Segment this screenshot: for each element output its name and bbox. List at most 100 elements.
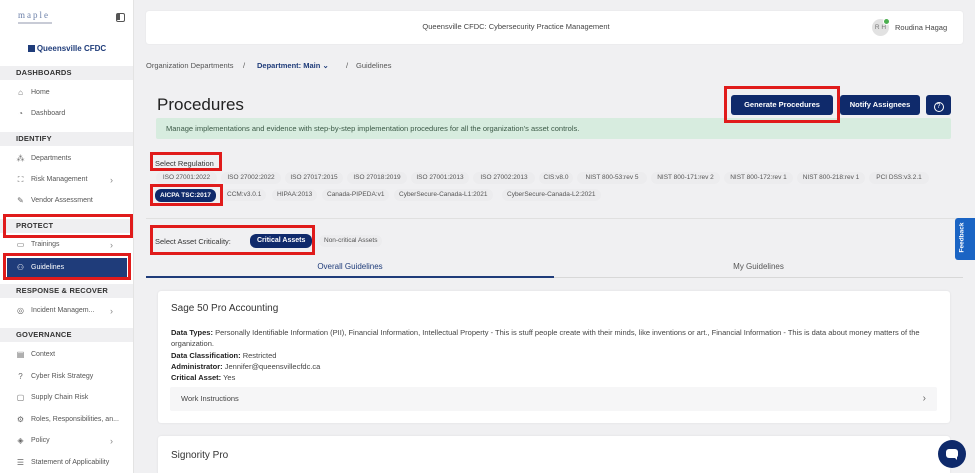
regulation-chip[interactable]: NIST 800-172:rev 1 xyxy=(724,172,793,184)
hierarchy-icon: ⁂ xyxy=(16,154,25,163)
asset-card: Sage 50 Pro Accounting Data Types: Perso… xyxy=(158,291,950,423)
breadcrumb-department-dropdown[interactable]: Department: Main ⌄ xyxy=(257,61,329,70)
section-protect: PROTECT xyxy=(0,219,133,233)
chevron-right-icon: › xyxy=(922,393,926,404)
chevron-right-icon: › xyxy=(110,436,113,446)
risk-icon: ⛶ xyxy=(17,175,24,184)
training-icon: ▭ xyxy=(16,240,25,249)
section-governance: GOVERNANCE xyxy=(0,328,133,342)
sidebar-item-label: Trainings xyxy=(31,241,60,248)
administrator-label: Administrator: xyxy=(171,362,223,371)
regulation-chip[interactable]: NIST 800-171:rev 2 xyxy=(651,172,720,184)
sidebar-item-label: Policy xyxy=(31,437,50,444)
regulation-chip[interactable]: ISO 27018:2019 xyxy=(347,172,407,184)
regulation-chip[interactable]: NIST 800-53:rev 5 xyxy=(577,172,647,184)
sidebar-item-label: Supply Chain Risk xyxy=(31,394,89,401)
logo-underline xyxy=(18,22,52,24)
sidebar-item-context[interactable]: ▤ Context xyxy=(0,345,133,365)
breadcrumb-current: Guidelines xyxy=(356,61,392,70)
asset-card: Signority Pro xyxy=(158,436,950,473)
sidebar-item-policy[interactable]: ◈ Policy › xyxy=(0,431,133,451)
org-name: Queensville CFDC xyxy=(36,44,107,53)
sidebar-item-label: Home xyxy=(31,89,50,96)
section-identify: IDENTIFY xyxy=(0,132,133,146)
divider xyxy=(146,218,963,219)
shield-icon: ◈ xyxy=(17,436,24,445)
regulation-chip[interactable]: ISO 27002:2013 xyxy=(473,172,535,184)
sidebar: maple Queensville CFDC DASHBOARDS ⌂ Home … xyxy=(0,0,134,473)
top-bar: Queensville CFDC: Cybersecurity Practice… xyxy=(146,11,963,44)
chevron-right-icon: › xyxy=(110,175,113,185)
vendor-icon: ✎ xyxy=(17,196,24,205)
feedback-label: Feedback xyxy=(958,222,966,253)
home-icon: ⌂ xyxy=(18,88,23,97)
section-response-recover: RESPONSE & RECOVER xyxy=(0,284,133,298)
sidebar-item-risk-management[interactable]: ⛶ Risk Management › xyxy=(0,170,133,190)
sidebar-item-label: Departments xyxy=(31,155,72,162)
sidebar-item-label: Roles, Responsibilities, an... xyxy=(31,416,119,423)
chat-bubble-icon[interactable] xyxy=(938,440,966,468)
regulation-chip-selected[interactable]: AICPA TSC:2017 xyxy=(155,189,216,202)
regulation-chip[interactable]: ISO 27017:2015 xyxy=(285,172,343,184)
asset-administrator: Administrator: Jennifer@queensvillecfdc.… xyxy=(171,361,941,372)
tab-my-guidelines[interactable]: My Guidelines xyxy=(554,262,963,276)
sidebar-item-departments[interactable]: ⁂ Departments xyxy=(0,149,133,169)
regulation-chip[interactable]: ISO 27001:2013 xyxy=(411,172,469,184)
gauge-icon: ◔ xyxy=(18,109,23,118)
user-name[interactable]: Roudina Hagag xyxy=(895,23,947,32)
select-criticality-label: Select Asset Criticality: xyxy=(155,237,231,246)
non-critical-assets-chip[interactable]: Non-critical Assets xyxy=(319,235,383,247)
avatar[interactable]: R H xyxy=(872,18,890,36)
tab-overall-guidelines[interactable]: Overall Guidelines xyxy=(146,262,554,276)
question-icon: ? xyxy=(18,372,23,381)
regulation-chip[interactable]: NIST 800-218:rev 1 xyxy=(797,172,865,184)
section-dashboards: DASHBOARDS xyxy=(0,66,133,80)
regulation-chip[interactable]: HIPAA:2013 xyxy=(272,189,318,201)
classification-value: Restricted xyxy=(242,351,277,360)
sidebar-item-incident-management[interactable]: ◎ Incident Managem... › xyxy=(0,301,133,321)
sidebar-item-label: Risk Management xyxy=(31,176,88,183)
work-instructions-row[interactable]: Work Instructions › xyxy=(170,387,937,411)
list-icon: ☰ xyxy=(16,458,25,467)
regulation-chip[interactable]: ISO 27002:2022 xyxy=(221,172,281,184)
sidebar-item-dashboard[interactable]: ◔ Dashboard xyxy=(0,104,133,124)
sidebar-item-guidelines[interactable]: ⚇ Guidelines xyxy=(7,258,127,278)
data-types-value: Personally Identifiable Information (PII… xyxy=(171,328,920,348)
regulation-chip[interactable]: ISO 27001:2022 xyxy=(156,172,217,184)
critical-assets-chip[interactable]: Critical Assets xyxy=(250,234,313,248)
asset-title: Signority Pro xyxy=(171,450,229,461)
logo-row: maple xyxy=(0,0,133,32)
sidebar-item-home[interactable]: ⌂ Home xyxy=(0,83,133,103)
collapse-sidebar-icon[interactable] xyxy=(116,13,125,22)
active-tab-underline xyxy=(146,276,554,278)
sidebar-item-supply-chain-risk[interactable]: ▢ Supply Chain Risk xyxy=(0,388,133,408)
app-title: Queensville CFDC: Cybersecurity Practice… xyxy=(422,22,610,31)
regulation-chip[interactable]: PCI DSS:v3.2.1 xyxy=(869,172,929,184)
select-regulation-label: Select Regulation xyxy=(155,159,214,168)
sidebar-item-label: Incident Managem... xyxy=(31,307,95,314)
regulation-chip[interactable]: CCM:v3.0.1 xyxy=(222,189,267,201)
sidebar-item-vendor-assessment[interactable]: ✎ Vendor Assessment xyxy=(0,191,133,211)
building-icon xyxy=(27,45,35,52)
regulation-chip[interactable]: CyberSecure-Canada-L1:2021 xyxy=(394,189,493,201)
chevron-right-icon: › xyxy=(110,306,113,316)
feedback-tab[interactable]: Feedback xyxy=(955,218,975,260)
roles-icon: ⚙ xyxy=(16,415,25,424)
guidelines-icon: ⚇ xyxy=(16,263,25,272)
sidebar-item-soa[interactable]: ☰ Statement of Applicability xyxy=(0,453,133,473)
breadcrumb-separator: / xyxy=(346,61,349,70)
notify-assignees-button[interactable]: Notify Assignees xyxy=(840,95,920,115)
regulation-chip[interactable]: CIS:v8.0 xyxy=(539,172,573,184)
sidebar-item-roles[interactable]: ⚙ Roles, Responsibilities, an... xyxy=(0,410,133,430)
breadcrumb-separator: / xyxy=(243,61,246,70)
incident-icon: ◎ xyxy=(17,306,24,315)
breadcrumb-org-departments[interactable]: Organization Departments xyxy=(146,61,234,70)
sidebar-item-trainings[interactable]: ▭ Trainings › xyxy=(0,235,133,255)
org-selector[interactable]: Queensville CFDC xyxy=(0,44,133,53)
critical-value: Yes xyxy=(223,373,236,382)
regulation-chip[interactable]: CyberSecure-Canada-L2:2021 xyxy=(502,189,601,201)
generate-procedures-button[interactable]: Generate Procedures xyxy=(731,95,833,115)
sidebar-item-cyber-risk-strategy[interactable]: ? Cyber Risk Strategy xyxy=(0,367,133,387)
help-button[interactable]: ? xyxy=(926,95,951,115)
regulation-chip[interactable]: Canada-PIPEDA:v1 xyxy=(322,189,390,201)
